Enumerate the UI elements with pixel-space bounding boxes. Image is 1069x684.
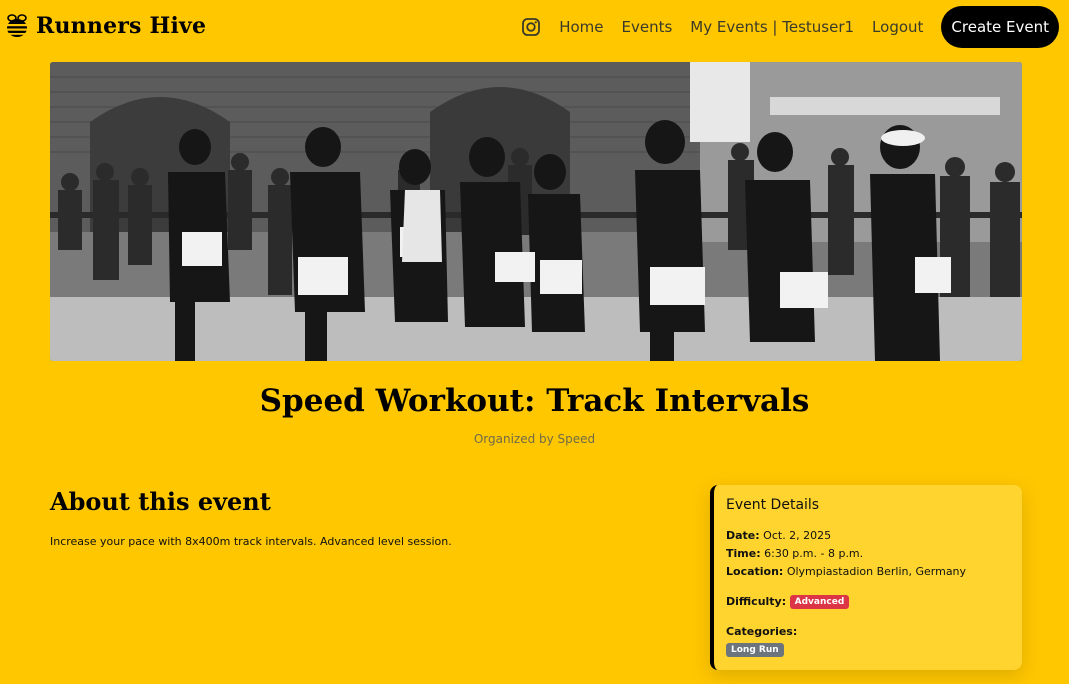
detail-date-label: Date: [726, 529, 760, 542]
nav-link-logout[interactable]: Logout [872, 18, 923, 36]
event-description: Increase your pace with 8x400m track int… [50, 535, 452, 548]
detail-categories-label: Categories: [726, 625, 798, 638]
detail-time-label: Time: [726, 547, 761, 560]
nav-link-home[interactable]: Home [559, 18, 603, 36]
about-heading: About this event [50, 487, 271, 516]
detail-time: Time: 6:30 p.m. - 8 p.m. [726, 545, 1022, 563]
detail-location-value: Olympiastadion Berlin, Germany [786, 565, 967, 578]
event-title: Speed Workout: Track Intervals [259, 383, 810, 419]
event-hero-image [50, 62, 1022, 361]
brand-name: Runners Hive [36, 13, 207, 39]
event-organizer: Organized by Speed [473, 432, 596, 446]
instagram-icon[interactable] [521, 17, 541, 37]
nav-link-events[interactable]: Events [621, 18, 672, 36]
detail-difficulty: Difficulty: Advanced [726, 593, 1022, 611]
brand-link[interactable]: Runners Hive [4, 12, 206, 40]
detail-categories: Categories: [726, 623, 1022, 641]
bee-icon [4, 13, 30, 39]
create-event-button[interactable]: Create Event [941, 6, 1059, 48]
event-details-card: Event Details Date: Oct. 2, 2025 Time: 6… [710, 485, 1022, 670]
event-details-title: Event Details [726, 497, 820, 513]
difficulty-badge: Advanced [789, 595, 850, 609]
nav-link-my-events[interactable]: My Events | Testuser1 [690, 18, 854, 36]
detail-date: Date: Oct. 2, 2025 [726, 527, 1022, 545]
detail-date-value: Oct. 2, 2025 [763, 529, 832, 542]
category-badge: Long Run [726, 643, 784, 657]
navbar: Runners Hive Home Events My Events | Tes… [0, 0, 1069, 54]
nav-menu: Home Events My Events | Testuser1 Logout… [521, 6, 1059, 48]
detail-difficulty-label: Difficulty: [726, 595, 787, 608]
detail-location-label: Location: [726, 565, 784, 578]
detail-location: Location: Olympiastadion Berlin, Germany [726, 563, 1022, 581]
categories-list: Long Run [726, 641, 1022, 659]
detail-time-value: 6:30 p.m. - 8 p.m. [764, 547, 864, 560]
